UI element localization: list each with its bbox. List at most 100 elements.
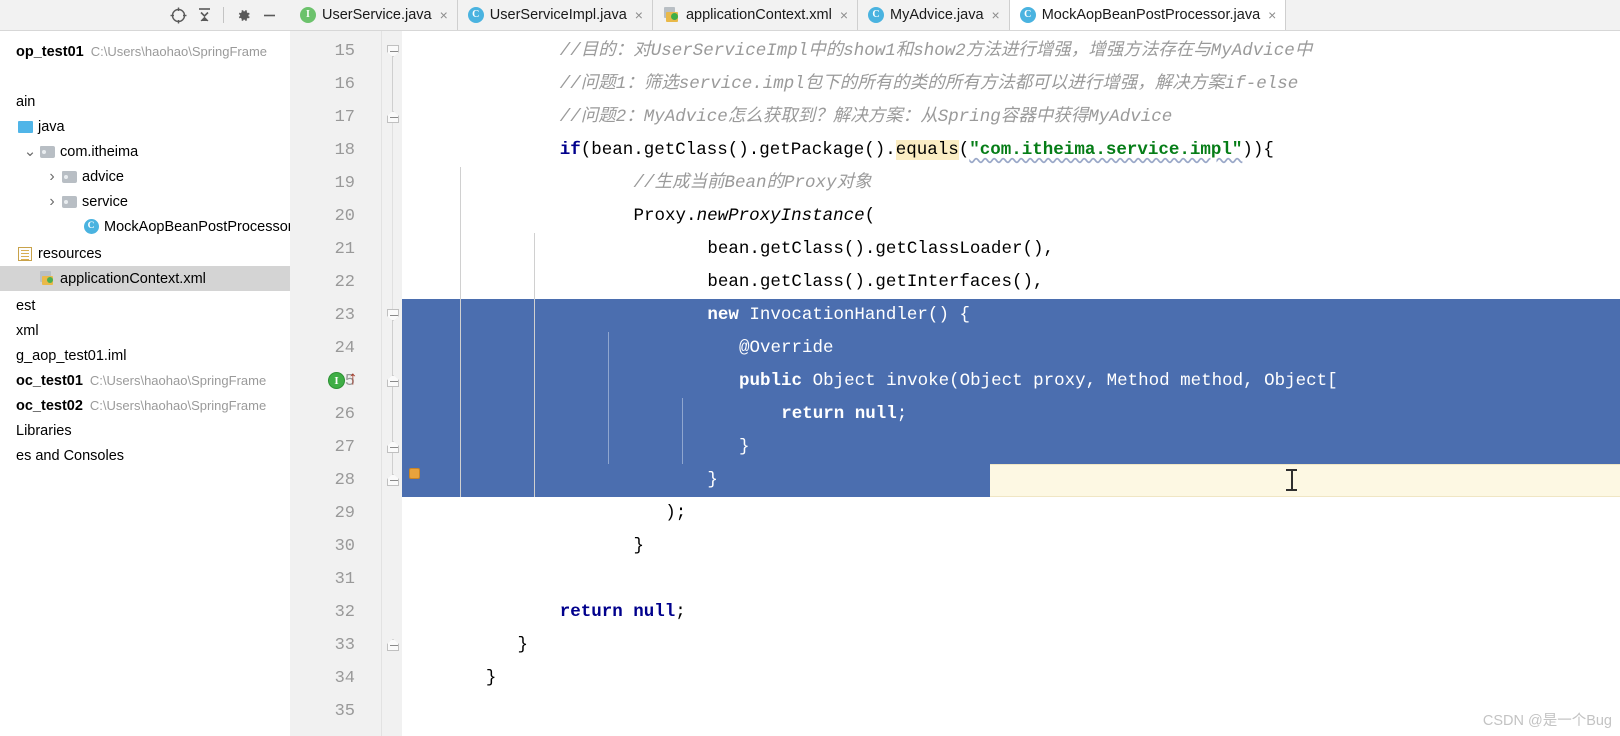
close-tab-icon[interactable]: × xyxy=(635,7,643,23)
line-number: 19 xyxy=(334,174,355,193)
code-text-area[interactable]: //目的：对UserServiceImpl中的show1和show2方法进行增强… xyxy=(402,31,1620,736)
tree-item-label: service xyxy=(82,193,128,210)
code-line: ); xyxy=(665,497,686,530)
tree-expand-arrow[interactable]: › xyxy=(44,168,60,186)
tree-item-label: oc_test02 xyxy=(16,397,83,414)
tree-row[interactable]: op_test01 C:\Users\haohao\SpringFrame xyxy=(0,39,290,64)
editor-tab-bar[interactable]: I UserService.java × C UserServiceImpl.java ×… xyxy=(290,0,1620,31)
editor-tab[interactable]: C MyAdvice.java × xyxy=(858,0,1010,30)
code-token: } xyxy=(485,668,497,688)
java-class-icon: C xyxy=(467,7,484,23)
locate-in-tree-icon[interactable] xyxy=(165,2,191,28)
code-line: //问题1：筛选service.impl包下的所有的类的所有方法都可以进行增强，… xyxy=(560,68,1299,101)
fold-toggle-icon[interactable] xyxy=(387,309,399,321)
tree-row[interactable]: est xyxy=(0,293,290,318)
code-line: new InvocationHandler() { xyxy=(707,299,970,332)
close-tab-icon[interactable]: × xyxy=(1268,7,1276,23)
close-tab-icon[interactable]: × xyxy=(840,7,848,23)
editor-gutter[interactable]: 1516171819202122232425262728293031323334… xyxy=(290,31,382,736)
tree-item-label: oc_test01 xyxy=(16,372,83,389)
code-token: null xyxy=(633,602,676,622)
fold-toggle-icon[interactable] xyxy=(387,639,399,651)
code-token: if xyxy=(559,140,581,160)
editor-tab[interactable]: C MockAopBeanPostProcessor.java × xyxy=(1009,0,1287,30)
tree-row[interactable]: Libraries xyxy=(0,418,290,443)
code-token: ); xyxy=(665,503,687,523)
tree-row[interactable]: oc_test01 C:\Users\haohao\SpringFrame xyxy=(0,368,290,393)
tree-row[interactable] xyxy=(0,64,290,89)
code-token: } xyxy=(707,470,718,490)
editor-tab[interactable]: applicationContext.xml × xyxy=(652,0,859,30)
tree-item-label: com.itheima xyxy=(60,143,139,160)
tree-row[interactable]: java xyxy=(0,114,290,139)
tree-row[interactable]: resources xyxy=(0,241,290,266)
code-token: new xyxy=(707,305,739,325)
code-token: "com.itheima.service.impl" xyxy=(969,140,1243,160)
fold-toggle-icon[interactable] xyxy=(387,474,399,486)
tree-row[interactable]: › advice xyxy=(0,164,290,189)
line-number: 33 xyxy=(334,636,355,655)
code-token: //问题1：筛选service.impl包下的所有的类的所有方法都可以进行增强，… xyxy=(559,74,1299,94)
tree-row[interactable]: g_aop_test01.iml xyxy=(0,343,290,368)
java-interface-icon: I xyxy=(300,7,316,23)
xml-file-glyph xyxy=(39,271,55,286)
line-number: 15 xyxy=(334,42,355,61)
csdn-watermark: CSDN @是一个Bug xyxy=(1482,713,1612,729)
tree-row[interactable]: › service xyxy=(0,189,290,214)
code-line: } xyxy=(634,530,645,563)
tree-item-label: Libraries xyxy=(16,422,72,439)
code-line: } xyxy=(486,662,497,695)
fold-toggle-icon[interactable] xyxy=(387,441,399,453)
editor-tab-label: MyAdvice.java xyxy=(890,7,984,23)
editor-tab[interactable]: C UserServiceImpl.java × xyxy=(457,0,653,30)
resource-folder-glyph xyxy=(18,246,32,261)
close-tab-icon[interactable]: × xyxy=(992,7,1000,23)
fold-toggle-icon[interactable] xyxy=(387,111,399,123)
code-token: ; xyxy=(675,602,686,622)
tree-row[interactable]: oc_test02 C:\Users\haohao\SpringFrame xyxy=(0,393,290,418)
tree-expand-arrow[interactable]: › xyxy=(44,193,60,211)
implements-marker-icon[interactable]: I xyxy=(328,372,345,389)
code-line: Proxy.newProxyInstance( xyxy=(634,200,876,233)
code-line: @Override xyxy=(739,332,834,365)
resource-folder-icon xyxy=(16,246,34,261)
tree-row[interactable]: ⌄ com.itheima xyxy=(0,139,290,164)
indent-guide xyxy=(682,398,683,464)
settings-gear-icon[interactable] xyxy=(230,2,256,28)
line-number: 20 xyxy=(334,207,355,226)
code-token: return xyxy=(781,404,845,424)
code-token: public xyxy=(739,371,803,391)
hide-panel-icon[interactable] xyxy=(256,2,282,28)
editor-tab-label: applicationContext.xml xyxy=(685,7,832,23)
bookmark-marker-icon[interactable] xyxy=(409,468,420,479)
tree-row[interactable]: C MockAopBeanPostProcessor xyxy=(0,214,290,239)
project-tool-window: op_test01 C:\Users\haohao\SpringFrame ain j… xyxy=(0,0,290,736)
tree-row[interactable]: ain xyxy=(0,89,290,114)
code-token: null xyxy=(854,404,897,424)
code-editor[interactable]: 1516171819202122232425262728293031323334… xyxy=(290,31,1620,736)
editor-tab[interactable]: I UserService.java × xyxy=(290,0,458,30)
tree-row[interactable]: applicationContext.xml xyxy=(0,266,290,291)
fold-toggle-icon[interactable] xyxy=(387,45,399,57)
tree-row[interactable]: xml xyxy=(0,318,290,343)
selection-highlight xyxy=(402,398,1620,431)
indent-guide xyxy=(460,167,461,497)
line-number: 27 xyxy=(334,438,355,457)
fold-toggle-icon[interactable] xyxy=(387,375,399,387)
close-tab-icon[interactable]: × xyxy=(440,7,448,23)
collapse-all-icon[interactable] xyxy=(191,2,217,28)
tree-expand-arrow[interactable]: ⌄ xyxy=(22,144,38,159)
folder-icon xyxy=(60,195,78,208)
tree-row[interactable]: es and Consoles xyxy=(0,443,290,468)
code-line: return null; xyxy=(781,398,907,431)
tree-item-label: java xyxy=(38,118,65,135)
java-class-icon: C xyxy=(1019,7,1036,23)
code-line: //目的：对UserServiceImpl中的show1和show2方法进行增强… xyxy=(560,35,1313,68)
editor-tab-label: UserServiceImpl.java xyxy=(489,7,627,23)
override-arrow-icon[interactable]: ↑ xyxy=(348,369,358,388)
fold-connector xyxy=(392,317,393,482)
project-tree[interactable]: op_test01 C:\Users\haohao\SpringFrame ain j… xyxy=(0,31,290,736)
code-line: return null; xyxy=(560,596,686,629)
code-token: equals xyxy=(895,140,959,160)
code-folding-strip[interactable] xyxy=(382,31,402,736)
